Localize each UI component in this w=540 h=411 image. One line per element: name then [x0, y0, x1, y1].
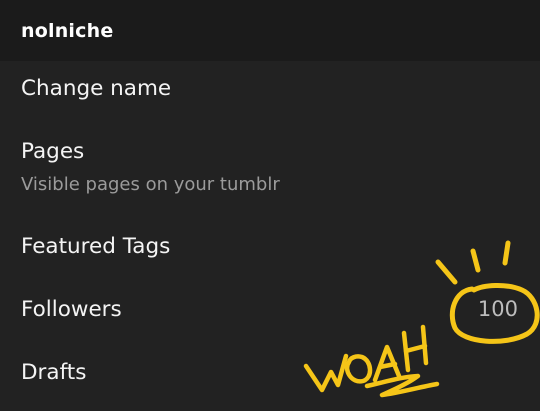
excitement-dash-icon — [435, 259, 458, 285]
blog-header: nolniche — [0, 0, 540, 61]
menu-item-followers[interactable]: Followers 100 — [0, 299, 540, 321]
menu-item-change-name[interactable]: Change name — [0, 78, 540, 100]
menu-item-label: Drafts — [21, 360, 87, 385]
menu-item-label: Change name — [21, 76, 172, 101]
menu-item-featured-tags[interactable]: Featured Tags — [0, 236, 540, 258]
menu-item-label: Followers — [21, 297, 122, 322]
menu-item-drafts[interactable]: Drafts — [0, 362, 540, 384]
menu-item-subtitle: Visible pages on your tumblr — [21, 173, 280, 195]
handwritten-annotation — [303, 240, 540, 398]
blog-name: nolniche — [21, 19, 114, 42]
menu-item-label: Pages — [21, 139, 85, 164]
menu-item-label: Featured Tags — [21, 234, 171, 259]
menu-item-pages[interactable]: Pages Visible pages on your tumblr — [0, 141, 540, 194]
followers-count: 100 — [477, 297, 518, 321]
woah-scribble — [303, 324, 440, 398]
